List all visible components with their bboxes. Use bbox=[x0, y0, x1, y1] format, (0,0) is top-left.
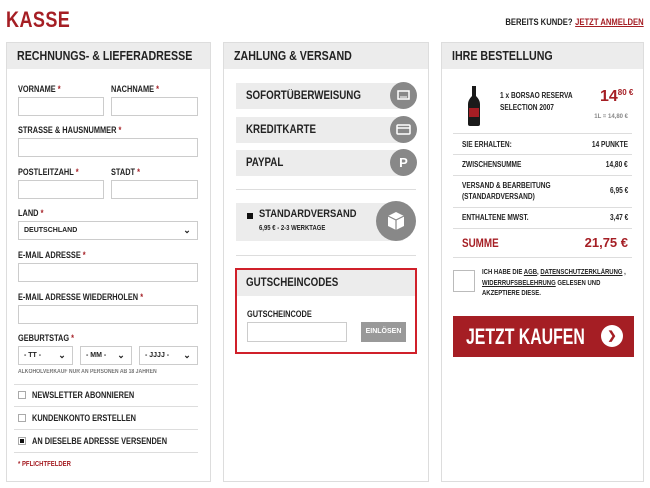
account-checkbox[interactable] bbox=[18, 414, 26, 422]
birthday-month-select[interactable]: - MM - ⌄ bbox=[80, 346, 132, 365]
order-row-subtotal: ZWISCHENSUMME 14,80 € bbox=[462, 160, 628, 169]
strasse-label: STRASSE & HAUSNUMMER * bbox=[18, 125, 122, 135]
page-title: KASSE bbox=[6, 7, 71, 32]
year-value: - JJJJ - bbox=[145, 352, 170, 359]
login-prompt-text: BEREITS KUNDE? bbox=[505, 17, 573, 27]
billing-header: RECHNUNGS- & LIEFERADRESSE bbox=[7, 43, 210, 69]
revocation-link[interactable]: WIDERRUFSBELEHRUNG bbox=[482, 280, 556, 287]
stadt-label: STADT * bbox=[111, 167, 141, 177]
divider bbox=[236, 189, 416, 190]
divider bbox=[14, 429, 198, 430]
agb-link[interactable]: AGB bbox=[524, 269, 537, 276]
terms-checkbox[interactable] bbox=[453, 270, 475, 292]
wine-bottle-image bbox=[467, 86, 481, 128]
shipping-radio[interactable] bbox=[247, 213, 253, 219]
terms-text: ICH HABE DIE AGB, DATENSCHUTZERKLÄRUNG ,… bbox=[482, 269, 626, 297]
order-title: IHRE BESTELLUNG bbox=[452, 48, 553, 63]
email-field[interactable] bbox=[18, 263, 198, 282]
divider bbox=[453, 133, 632, 134]
voucher-redeem-button[interactable]: EINLÖSEN bbox=[361, 322, 406, 342]
order-row-shipping: VERSAND & BEARBEITUNG (STANDARDVERSAND) … bbox=[462, 181, 628, 201]
land-label: LAND * bbox=[18, 208, 44, 218]
order-item-name: 1 x BORSAO RESERVA SELECTION 2007 bbox=[500, 91, 573, 112]
order-row-tax: ENTHALTENE MWST. 3,47 € bbox=[462, 213, 628, 222]
voucher-input[interactable] bbox=[247, 322, 347, 342]
age-note: ALKOHOLVERKAUF NUR AN PERSONEN AB 18 JAH… bbox=[18, 369, 157, 375]
bank-transfer-icon bbox=[390, 82, 417, 109]
day-value: - TT - bbox=[24, 352, 42, 359]
shipping-name: STANDARDVERSAND bbox=[259, 208, 357, 220]
divider bbox=[453, 207, 632, 208]
payment-option-kreditkarte[interactable]: KREDITKARTE bbox=[236, 117, 403, 143]
email-repeat-field[interactable] bbox=[18, 305, 198, 324]
divider bbox=[14, 406, 198, 407]
order-header: IHRE BESTELLUNG bbox=[442, 43, 643, 69]
newsletter-checkbox[interactable] bbox=[18, 391, 26, 399]
billing-title: RECHNUNGS- & LIEFERADRESSE bbox=[17, 48, 193, 63]
paypal-icon: P bbox=[390, 149, 417, 176]
birthday-year-select[interactable]: - JJJJ - ⌄ bbox=[139, 346, 198, 365]
payment-option-paypal[interactable]: PAYPAL bbox=[236, 150, 403, 176]
chevron-down-icon: ⌄ bbox=[183, 350, 191, 360]
privacy-link[interactable]: DATENSCHUTZERKLÄRUNG bbox=[540, 269, 622, 276]
divider bbox=[14, 384, 198, 385]
divider bbox=[453, 257, 632, 258]
chevron-down-icon: ⌄ bbox=[183, 225, 191, 235]
sum-label: SUMME bbox=[462, 236, 499, 250]
order-item-price: 1480 € bbox=[600, 88, 634, 105]
divider bbox=[453, 154, 632, 155]
payment-option-sofort[interactable]: SOFORTÜBERWEISUNG bbox=[236, 83, 403, 109]
voucher-title: GUTSCHEINCODES bbox=[246, 277, 339, 289]
plz-label: POSTLEITZAHL * bbox=[18, 167, 79, 177]
payment-header: ZAHLUNG & VERSAND bbox=[224, 43, 428, 69]
plz-field[interactable] bbox=[18, 180, 104, 199]
login-prompt: BEREITS KUNDE? JETZT ANMELDEN bbox=[506, 17, 644, 27]
land-select-value: DEUTSCHLAND bbox=[24, 227, 78, 234]
land-select[interactable]: DEUTSCHLAND ⌄ bbox=[18, 221, 198, 240]
account-label: KUNDENKONTO ERSTELLEN bbox=[32, 413, 137, 423]
order-unit-price: 1L = 14,80 € bbox=[594, 114, 628, 120]
birthday-label: GEBURTSTAG * bbox=[18, 333, 75, 343]
sum-value: 21,75 € bbox=[584, 235, 628, 250]
divider bbox=[236, 255, 416, 256]
divider bbox=[453, 228, 632, 229]
month-value: - MM - bbox=[86, 352, 107, 359]
divider bbox=[453, 175, 632, 176]
strasse-field[interactable] bbox=[18, 138, 198, 157]
buy-now-button[interactable]: JETZT KAUFEN ❯ bbox=[453, 316, 634, 357]
email-repeat-label: E-MAIL ADRESSE WIEDERHOLEN * bbox=[18, 292, 144, 302]
vorname-label: VORNAME * bbox=[18, 84, 61, 94]
divider bbox=[14, 452, 198, 453]
newsletter-label: NEWSLETTER ABONNIEREN bbox=[32, 390, 135, 400]
voucher-label: GUTSCHEINCODE bbox=[247, 309, 312, 319]
arrow-right-icon: ❯ bbox=[601, 325, 623, 347]
same-address-checkbox[interactable] bbox=[18, 437, 26, 445]
same-address-label: AN DIESELBE ADRESSE VERSENDEN bbox=[32, 436, 168, 446]
vorname-field[interactable] bbox=[18, 97, 104, 116]
login-link[interactable]: JETZT ANMELDEN bbox=[575, 17, 644, 27]
nachname-label: NACHNAME * bbox=[111, 84, 159, 94]
order-row-points: SIE ERHALTEN: 14 PUNKTE bbox=[462, 140, 628, 149]
package-icon bbox=[376, 201, 416, 241]
nachname-field[interactable] bbox=[111, 97, 198, 116]
birthday-day-select[interactable]: - TT - ⌄ bbox=[18, 346, 73, 365]
chevron-down-icon: ⌄ bbox=[58, 350, 66, 360]
stadt-field[interactable] bbox=[111, 180, 198, 199]
buy-now-label: JETZT KAUFEN bbox=[466, 324, 585, 349]
shipping-detail: 6,95 € - 2-3 WERKTAGE bbox=[259, 225, 326, 232]
credit-card-icon bbox=[390, 116, 417, 143]
chevron-down-icon: ⌄ bbox=[117, 350, 125, 360]
email-label: E-MAIL ADRESSE * bbox=[18, 250, 86, 260]
payment-title: ZAHLUNG & VERSAND bbox=[234, 48, 352, 63]
required-note: * PFLICHTFELDER bbox=[18, 461, 71, 468]
